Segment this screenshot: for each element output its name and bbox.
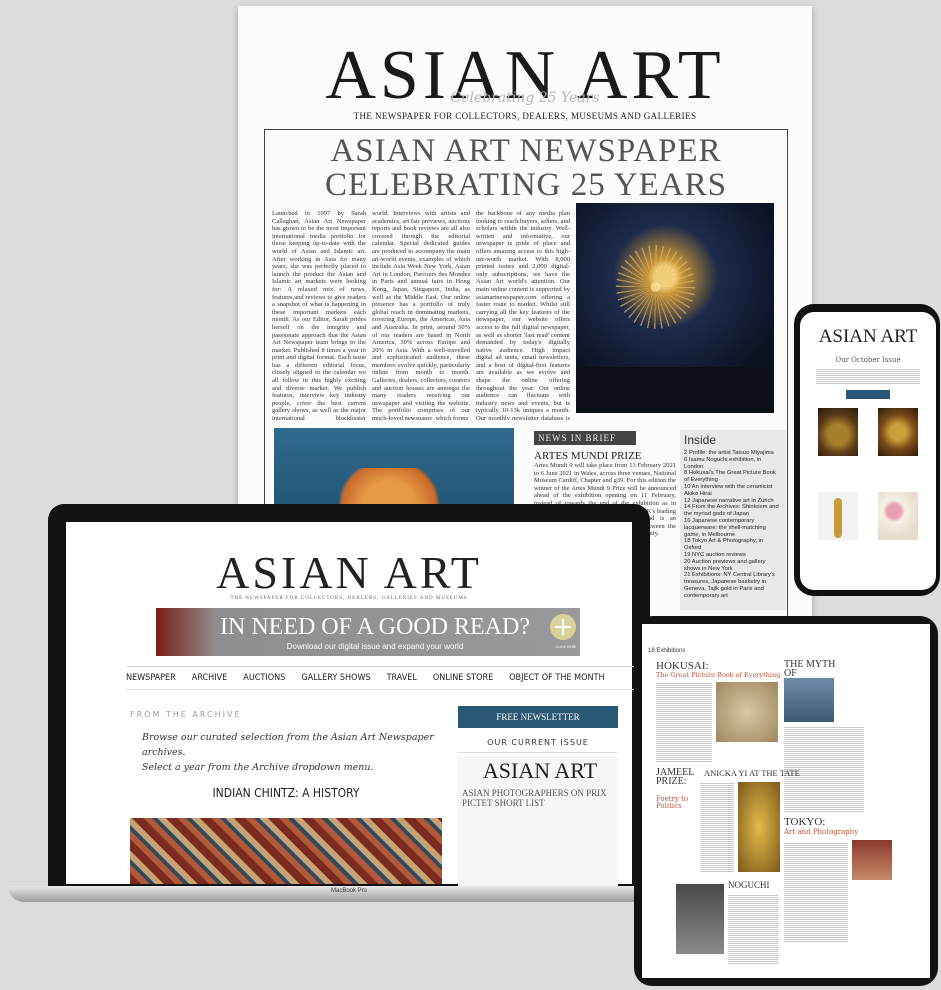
anicka-text [700, 782, 734, 872]
noguchi-photo [676, 884, 724, 954]
anniversary-label: Celebrating 25 Years [450, 90, 600, 106]
nav-travel[interactable]: TRAVEL [387, 673, 417, 683]
tokyo-title: TOKYO: [784, 816, 826, 828]
tokyo-subtitle: Art and Photography [784, 828, 859, 836]
inside-item: 14 From the Archives: Shintoism and the … [684, 504, 779, 518]
phone-intro-text [816, 368, 920, 384]
myth-illustration [784, 678, 834, 722]
inside-item: 19 NYC auction reviews [684, 551, 746, 558]
cover-masthead: ASIAN ART [482, 758, 598, 783]
free-newsletter-button[interactable]: FREE NEWSLETTER [458, 706, 618, 728]
anicka-yi-photo [738, 782, 780, 872]
artes-mundi-title: ARTES MUNDI PRIZE [534, 450, 642, 462]
tablet-page-header: 18 Exhibitions [648, 648, 686, 654]
nav-gallery-shows[interactable]: GALLERY SHOWS [301, 673, 370, 683]
nav-auctions[interactable]: AUCTIONS [243, 673, 285, 683]
hokusai-text [656, 682, 712, 762]
hokusai-subtitle: The Great Picture Book of Everything [656, 671, 781, 679]
statue-image-2 [878, 408, 918, 456]
banner-title: IN NEED OF A GOOD READ? [220, 614, 530, 640]
inside-item: 16 Japanese contemporary lacquerware: th… [684, 517, 766, 538]
chintz-textile-image[interactable] [130, 818, 442, 884]
flower-painting-image [878, 492, 918, 540]
plus-icon[interactable] [550, 614, 576, 640]
current-issue-heading: OUR CURRENT ISSUE [458, 734, 618, 753]
anicka-yi-title: ANICKA YI AT THE TATE [704, 768, 800, 778]
archive-intro: Browse our curated selection from the As… [142, 730, 442, 775]
nav-object-of-the-month[interactable]: OBJECT OF THE MONTH [509, 673, 604, 683]
website-masthead[interactable]: ASIAN ART [66, 546, 632, 599]
headline-line-2: CELEBRATING 25 YEARS [325, 167, 727, 203]
phone-masthead: ASIAN ART [818, 326, 918, 347]
noguchi-title: NOGUCHI [728, 880, 770, 890]
article-column-2: world. Interviews with artists and acade… [372, 210, 470, 420]
article-column-1: Launched in 1997 by Sarah Callaghan, Asi… [272, 210, 366, 420]
banner-subtitle: Download our digital issue and expand yo… [286, 642, 464, 651]
fireworks-photo [576, 203, 774, 413]
inside-title: Inside [684, 433, 717, 447]
phone-subscribe-button[interactable] [846, 390, 890, 399]
inside-item: 10 An interview with the ceramicist Akik… [684, 483, 773, 497]
standing-figure-image [818, 492, 858, 540]
jameel-prize-subtitle: Poetry to Politics [656, 795, 689, 810]
inside-item: 2 Profile: the artist Tatsuo Miyajima [684, 450, 774, 456]
newspaper-tagline: THE NEWSPAPER FOR COLLECTORS, DEALERS, M… [353, 111, 697, 121]
headline-line-1: ASIAN ART NEWSPAPER [330, 133, 722, 169]
click-here-label[interactable]: CLICK HERE [552, 645, 580, 649]
hokusai-illustration [716, 682, 778, 742]
tokyo-photo [852, 840, 892, 880]
news-in-brief-label: NEWS IN BRIEF [534, 431, 636, 445]
inside-item: 8 Hokusai's The Great Picture Book of Ev… [684, 470, 776, 484]
phone-issue-subtitle: Our October Issue [835, 356, 901, 364]
jameel-prize-title: JAMEEL PRIZE: [656, 767, 694, 787]
archive-intro-line-1: Browse our curated selection from the As… [142, 732, 434, 758]
main-navigation: NEWSPAPER ARCHIVE AUCTIONS GALLERY SHOWS… [126, 666, 636, 690]
noguchi-text [728, 894, 778, 964]
laptop-brand-label: MacBook Pro [330, 888, 367, 894]
nav-archive[interactable]: ARCHIVE [192, 673, 228, 683]
from-archive-heading: FROM THE ARCHIVE [130, 710, 242, 719]
article-column-3: the backbone of any media plan looking t… [476, 210, 570, 420]
cover-headline: ASIAN PHOTOGRAPHERS ON PRIX PICTET SHORT… [462, 788, 607, 808]
website-tagline: THE NEWSPAPER FOR COLLECTORS, DEALERS, G… [230, 596, 468, 601]
nav-online-store[interactable]: ONLINE STORE [433, 673, 493, 683]
tokyo-text [784, 842, 848, 942]
archive-intro-line-2: Select a year from the Archive dropdown … [142, 762, 374, 773]
front-page-headline: ASIAN ART NEWSPAPER CELEBRATING 25 YEARS [266, 134, 786, 202]
inside-item: 18 Tokyo Art & Photography, in Oxford [684, 538, 764, 552]
inside-item: 20 Auction previews and gallery shows in… [684, 558, 766, 572]
nav-newspaper[interactable]: NEWSPAPER [126, 673, 176, 683]
article-title-link[interactable]: INDIAN CHINTZ: A HISTORY [130, 786, 442, 800]
inside-item: 12 Japanese narrative art in Zurich [684, 497, 774, 504]
statue-image-1 [818, 408, 858, 456]
inside-item: 21 Exhibitions: NY Central Library's tre… [684, 572, 775, 599]
inside-item: 6 Isamu Noguchi exhibition, in London [684, 456, 762, 470]
inside-contents-box: Inside 2 Profile: the artist Tatsuo Miya… [680, 430, 786, 610]
